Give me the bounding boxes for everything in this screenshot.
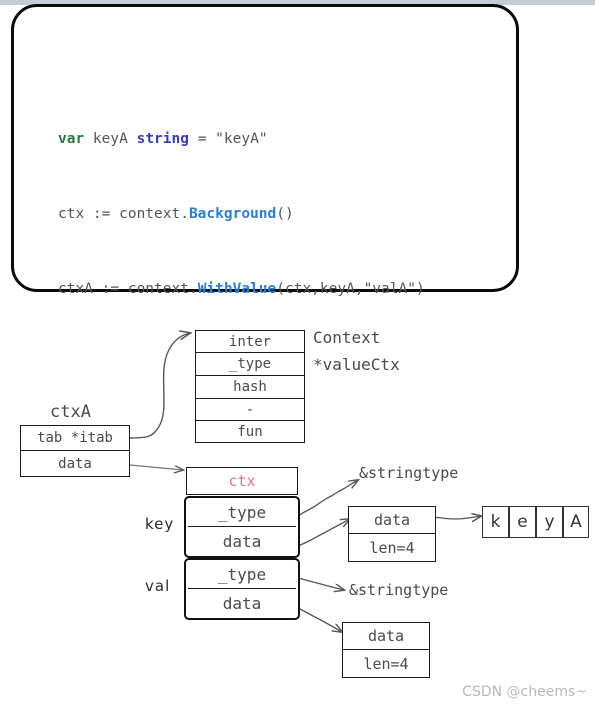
code-card: var keyA string = "keyA" ctx := context.…: [11, 4, 519, 297]
code-line-2: ctx := context.Background(): [58, 202, 425, 227]
itab-label-valuectx: *valueCtx: [313, 355, 400, 374]
code-token-ctxa-assign: ctxA := context.: [58, 281, 198, 297]
valuectx-key-label: key: [145, 515, 175, 533]
itab-row-inter: inter: [195, 330, 305, 353]
code-token-var: var: [58, 131, 85, 147]
valuectx-header-ctx: ctx: [186, 467, 298, 495]
code-token-string: string: [136, 131, 189, 147]
code-token-background-parens: (): [276, 206, 294, 222]
arrow-val-data: [297, 607, 342, 632]
code-token-withvalue-args: (ctx,keyA,"valA"): [276, 281, 425, 297]
itab-row-dash: -: [195, 399, 305, 421]
key-char-2: y: [536, 506, 563, 538]
code-token-keya: keyA: [84, 131, 137, 147]
code-token-withvalue: WithValue: [197, 281, 277, 297]
arrow-val-type: [297, 577, 344, 590]
ctxa-row-data: data: [20, 451, 130, 477]
valuectx-key-row-data: data: [188, 527, 296, 555]
valuectx-key-row-type: _type: [188, 499, 296, 527]
code-token-ctx-assign: ctx := context.: [58, 206, 189, 222]
itab-row-fun: fun: [195, 421, 305, 443]
key-stringtype-label: &stringtype: [359, 464, 459, 482]
code-line-3: ctxA := context.WithValue(ctx,keyA,"valA…: [58, 277, 425, 302]
arrow-ctxa-data: [129, 464, 183, 470]
valuectx-val-row-data: data: [188, 589, 296, 617]
key-char-3: A: [563, 506, 589, 538]
key-char-1: e: [509, 506, 536, 538]
itab-label-context: Context: [313, 328, 381, 347]
key-stringheader-data: data: [348, 506, 436, 534]
itab-row-type: _type: [195, 353, 305, 376]
arrow-key-data: [297, 519, 350, 547]
code-block: var keyA string = "keyA" ctx := context.…: [58, 77, 425, 352]
diagram-page: var keyA string = "keyA" ctx := context.…: [0, 0, 595, 708]
ctxa-title: ctxA: [50, 402, 91, 422]
code-token-assign-keya: = "keyA": [188, 131, 268, 147]
val-stringheader-data: data: [342, 622, 430, 650]
watermark: CSDN @cheems~: [462, 684, 587, 700]
valuectx-val-label: val: [145, 577, 171, 595]
val-stringtype-label: &stringtype: [349, 581, 449, 599]
key-char-0: k: [482, 506, 509, 538]
valuectx-val-row-type: _type: [188, 561, 296, 589]
ctxa-row-itab: tab *itab: [20, 425, 130, 451]
key-stringheader-len: len=4: [348, 534, 436, 562]
itab-row-hash: hash: [195, 376, 305, 399]
valuectx-header-label: ctx: [228, 472, 256, 490]
code-token-background: Background: [188, 206, 277, 222]
val-stringheader-len: len=4: [342, 650, 430, 678]
code-line-1: var keyA string = "keyA": [58, 127, 425, 152]
